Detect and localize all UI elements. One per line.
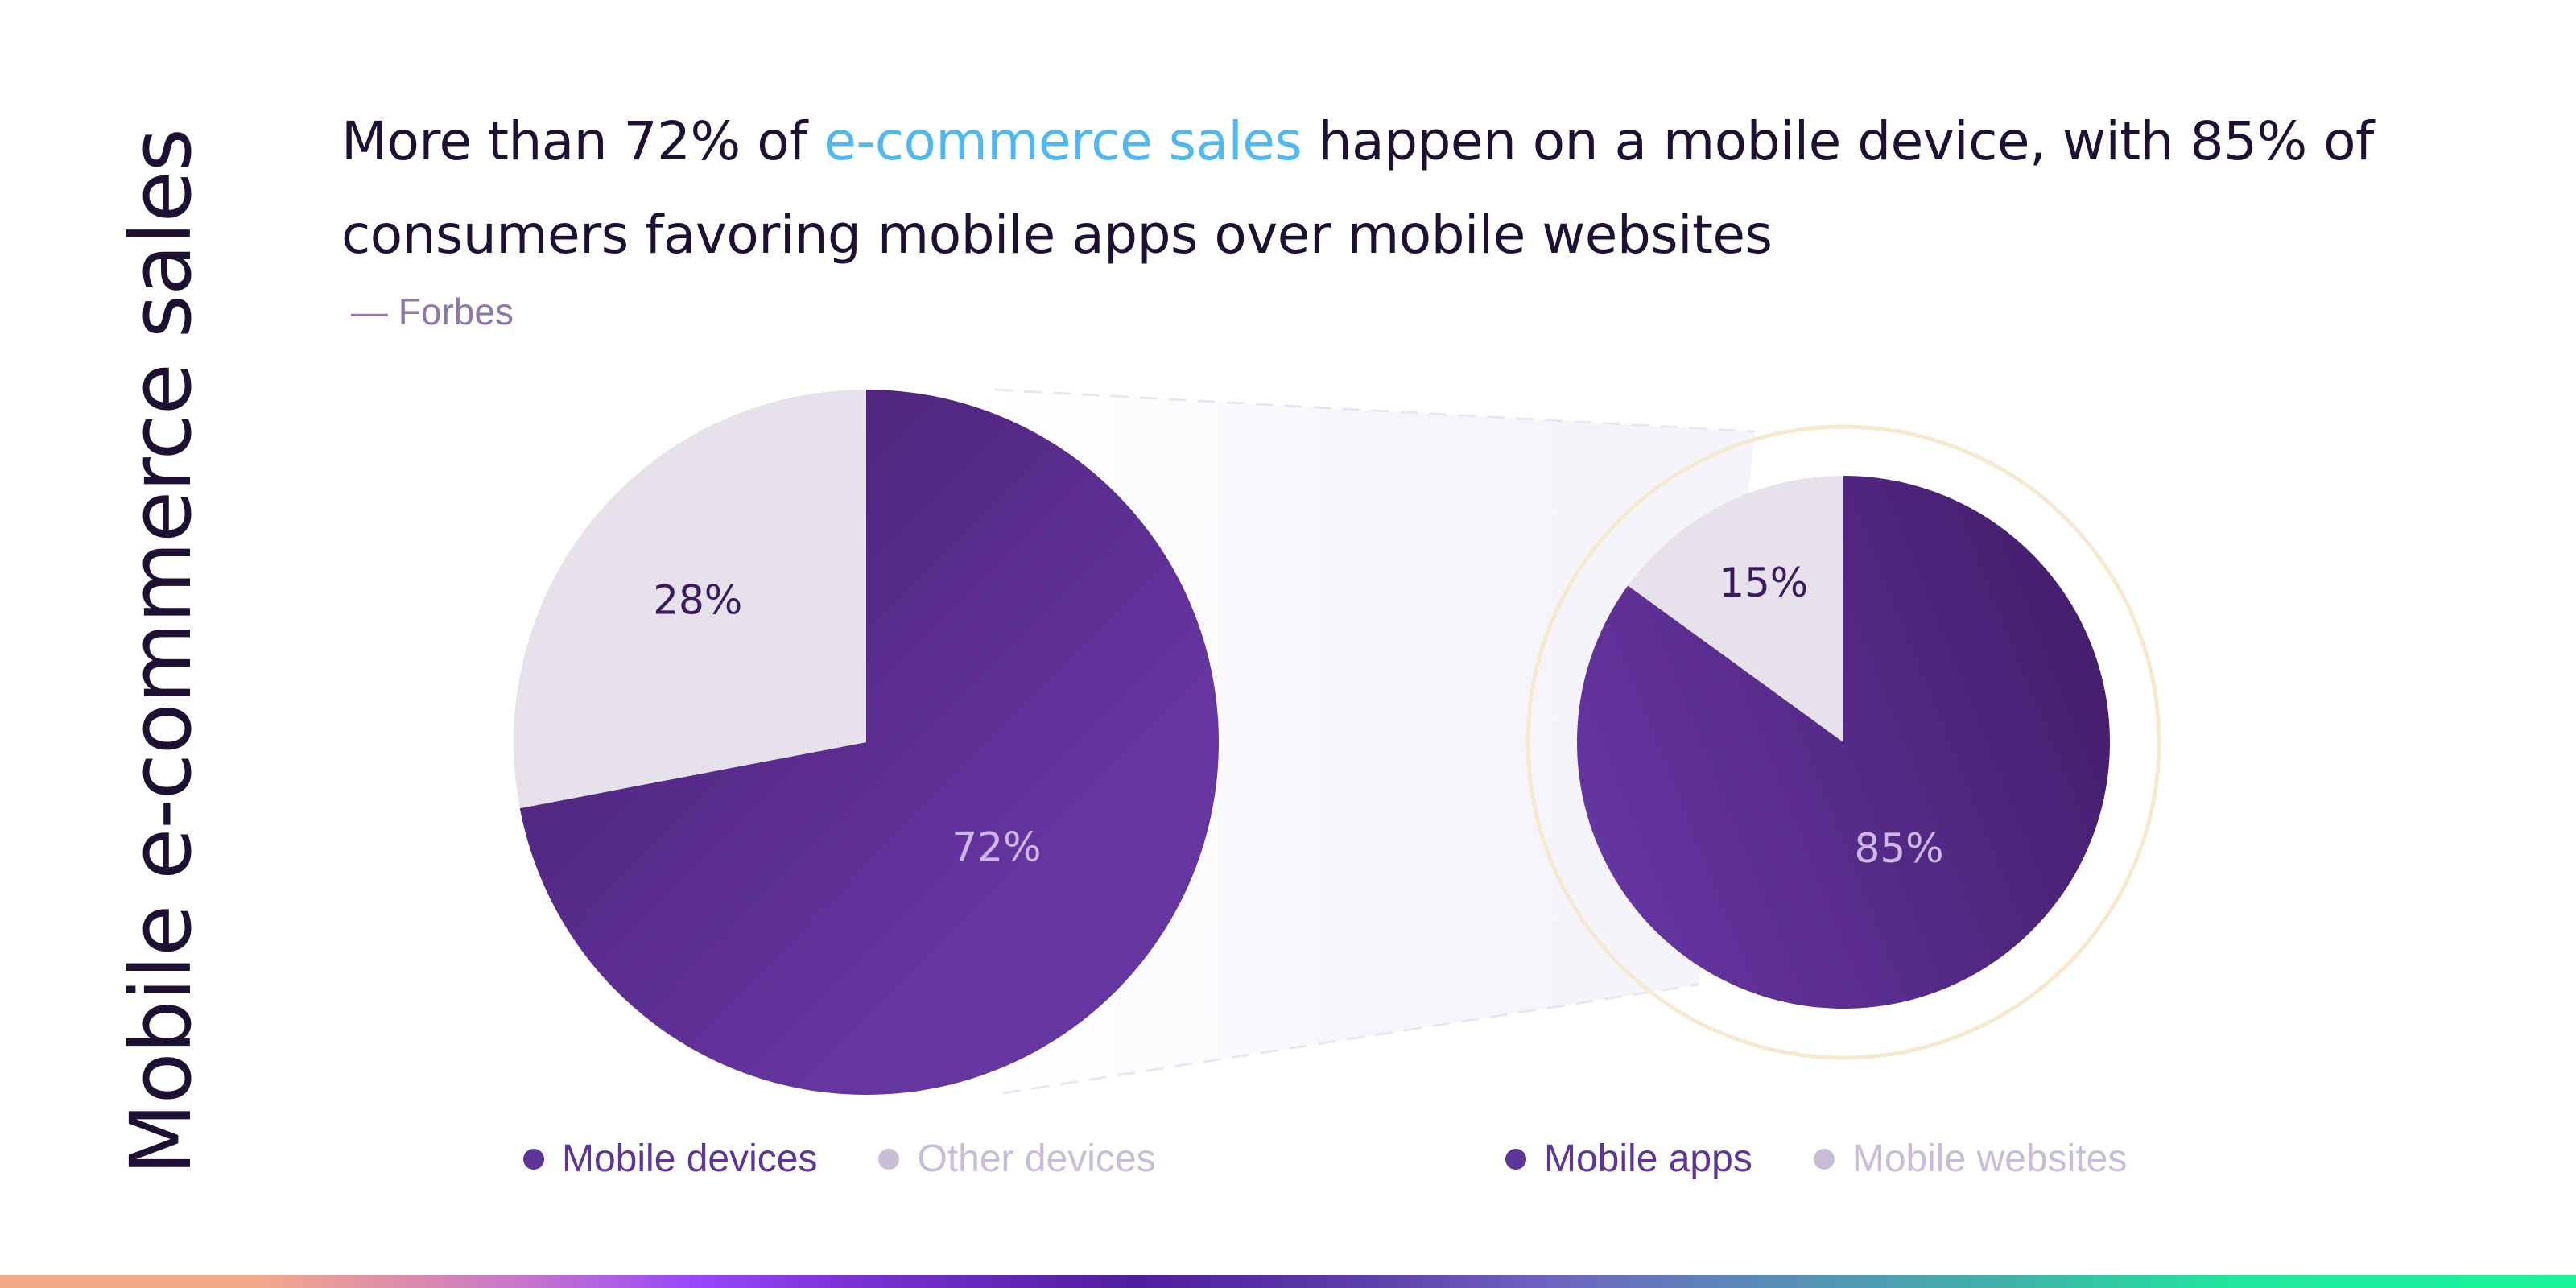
legend-2: Mobile apps Mobile websites <box>1505 1137 2188 1181</box>
legend-label: Mobile apps <box>1544 1137 1752 1180</box>
legend-label: Other devices <box>917 1137 1156 1180</box>
bottom-gradient-bar <box>0 1275 2576 1288</box>
pie-charts: 72% 28% 85% 15% <box>513 388 2161 1095</box>
data-label: 72% <box>952 824 1041 871</box>
data-label: 28% <box>653 576 742 623</box>
legend-dot-icon <box>1505 1148 1526 1170</box>
data-label: 85% <box>1855 825 1944 872</box>
legend-item-mobile-devices[interactable]: Mobile devices <box>523 1137 817 1181</box>
legend-item-other-devices[interactable]: Other devices <box>878 1137 1156 1181</box>
legend-label: Mobile websites <box>1852 1137 2128 1180</box>
legend-dot-icon <box>523 1148 544 1170</box>
legend-1: Mobile devices Other devices <box>523 1137 1217 1181</box>
data-label: 15% <box>1719 559 1808 606</box>
legend-item-mobile-websites[interactable]: Mobile websites <box>1813 1137 2128 1181</box>
legend-item-mobile-apps[interactable]: Mobile apps <box>1505 1137 1752 1181</box>
legend-dot-icon <box>1813 1148 1835 1170</box>
legend-label: Mobile devices <box>562 1137 818 1180</box>
legend-dot-icon <box>878 1148 900 1170</box>
